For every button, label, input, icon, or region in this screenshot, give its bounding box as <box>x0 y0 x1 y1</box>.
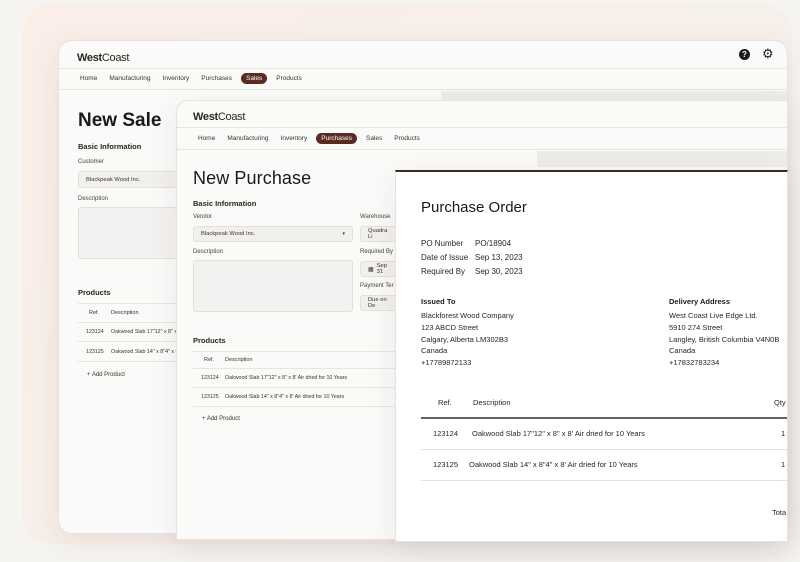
table-row[interactable]: 123124 Oakwood Slab 17"12" x 8" x 8' Air… <box>201 375 347 381</box>
description-label: Description <box>193 249 224 255</box>
issued-to-title: Issued To <box>421 297 456 306</box>
warehouse-label: Warehouse <box>360 214 391 220</box>
header-divider <box>59 68 787 69</box>
page-title: New Purchase <box>193 168 312 188</box>
nav-inventory[interactable]: Inventory <box>278 133 311 144</box>
row-divider <box>193 406 403 407</box>
nav-home[interactable]: Home <box>77 73 100 84</box>
delivery-title: Delivery Address <box>669 297 731 306</box>
col-description: Description <box>473 398 511 407</box>
po-number: PO Number PO/18904 <box>421 239 512 248</box>
description-label: Description <box>78 196 109 202</box>
row-divider <box>78 341 178 342</box>
issue-date: Date of Issue Sep 13, 2023 <box>421 253 523 262</box>
purchase-order-document: Purchase Order PO Number PO/18904 Date o… <box>395 170 788 542</box>
issued-to-address: Blackforest Wood Company 123 ABCD Street… <box>421 311 514 368</box>
help-icon[interactable]: ? <box>739 49 750 60</box>
col-description: Description <box>111 310 139 316</box>
nav-manufacturing[interactable]: Manufacturing <box>106 73 153 84</box>
table-row[interactable]: 123125 Oakwood Slab 14" x 8"4" x 8' <box>86 349 180 355</box>
chevron-down-icon: ▾ <box>342 231 345 237</box>
nav-sales[interactable]: Sales <box>241 73 268 84</box>
customer-label: Customer <box>78 159 105 165</box>
required-by-label: Required By <box>360 249 394 255</box>
row-ref: 123124 <box>433 429 459 438</box>
nav-products[interactable]: Products <box>273 73 305 84</box>
row-ref: 123125 <box>433 460 459 469</box>
vendor-label: Vendor <box>193 214 213 220</box>
table-divider <box>78 322 178 323</box>
row-divider <box>421 449 787 450</box>
section-title: Basic Information <box>193 199 257 208</box>
vendor-select[interactable]: Blackpeak Wood Inc. ▾ <box>193 226 353 242</box>
warehouse-select[interactable]: Quadra Li <box>360 226 400 242</box>
header-divider <box>177 127 787 128</box>
gear-icon[interactable]: ⚙ <box>762 47 774 60</box>
table-row[interactable]: 123125 Oakwood Slab 14" x 8"4" x 8' Air … <box>201 394 344 400</box>
nav-purchases[interactable]: Purchases <box>198 73 235 84</box>
table-header: Ref. Description <box>204 357 253 363</box>
nav-divider <box>177 149 787 150</box>
row-divider <box>421 480 787 481</box>
description-field[interactable] <box>193 260 353 312</box>
delivery-address: West Coast Live Edge Ltd. 5910 274 Stree… <box>669 311 780 368</box>
nav-sales[interactable]: Sales <box>363 133 385 144</box>
nav-inventory[interactable]: Inventory <box>160 73 193 84</box>
row-description: Oakwood Slab 17"12" x 8" x 8' Air dried … <box>472 429 645 438</box>
table-row[interactable]: 123124 Oakwood Slab 17"12" x 8" x 8' <box>86 329 182 335</box>
col-ref: Ref. <box>89 310 100 316</box>
description-field[interactable] <box>78 207 178 259</box>
customer-field[interactable]: Blackpeak Wood Inc. <box>78 171 178 188</box>
document-title: Purchase Order <box>421 199 527 216</box>
brand-logo[interactable]: West Coast <box>77 49 129 67</box>
add-product-button[interactable]: + Add Product <box>87 372 125 378</box>
nav-home[interactable]: Home <box>195 133 218 144</box>
col-qty: Qty <box>774 398 786 407</box>
row-qty: 1 <box>781 460 786 469</box>
main-nav: Home Manufacturing Inventory Purchases S… <box>77 73 305 84</box>
table-divider <box>193 368 403 369</box>
col-ref: Ref. <box>438 398 452 407</box>
products-title: Products <box>78 288 111 297</box>
products-divider <box>78 303 178 304</box>
products-title: Products <box>193 336 226 345</box>
main-nav: Home Manufacturing Inventory Purchases S… <box>195 133 423 144</box>
panel-strip <box>537 151 787 167</box>
section-title: Basic Information <box>78 142 142 151</box>
col-ref: Ref. <box>204 357 215 363</box>
table-header: Ref. Description <box>89 310 139 316</box>
products-divider <box>193 351 403 352</box>
nav-divider <box>59 89 787 90</box>
payment-terms-label: Payment Ter <box>360 283 394 289</box>
calendar-icon: ▦ <box>368 266 374 273</box>
nav-purchases[interactable]: Purchases <box>316 133 358 144</box>
col-description: Description <box>225 357 253 363</box>
row-divider <box>193 387 403 388</box>
required-by-field[interactable]: ▦ Sep 31 <box>360 261 400 277</box>
brand-logo[interactable]: West Coast <box>193 108 245 126</box>
nav-manufacturing[interactable]: Manufacturing <box>224 133 271 144</box>
row-qty: 1 <box>781 429 786 438</box>
payment-terms-select[interactable]: Due on De <box>360 295 400 311</box>
add-product-button[interactable]: + Add Product <box>202 416 240 422</box>
table-header-divider <box>421 417 787 419</box>
page-title: New Sale <box>78 110 162 131</box>
required-date: Required By Sep 30, 2023 <box>421 267 523 276</box>
nav-products[interactable]: Products <box>391 133 423 144</box>
row-divider <box>78 361 178 362</box>
row-description: Oakwood Slab 14" x 8"4" x 8' Air dried f… <box>469 460 638 469</box>
total-label: Tota <box>772 508 787 517</box>
